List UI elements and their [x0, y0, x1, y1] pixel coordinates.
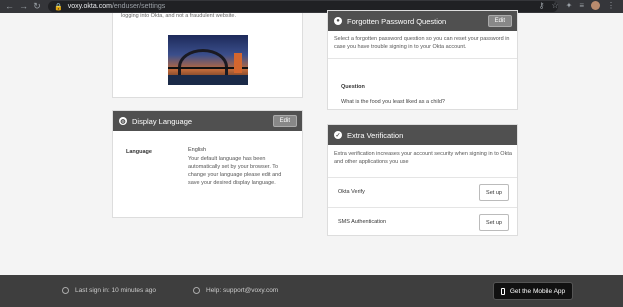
forward-icon[interactable]: → — [19, 1, 28, 12]
extra-verification-panel: ✓ Extra Verification Extra verification … — [327, 124, 518, 236]
extensions-icon[interactable]: ✦ — [566, 1, 573, 10]
browser-nav: ← → ↻ — [5, 1, 41, 12]
security-image — [168, 35, 248, 85]
bridge-tower — [234, 53, 242, 73]
speech-bubble-icon: ● — [334, 17, 342, 25]
okta-verify-setup-button[interactable]: Set up — [479, 184, 509, 201]
url-path: /enduser/settings — [111, 3, 166, 10]
display-language-panel: ◍ Display Language Edit Language English… — [112, 110, 303, 218]
language-label: Language — [126, 149, 152, 155]
factor-row-okta-verify: Okta Verify Set up — [328, 177, 517, 207]
get-mobile-app-button[interactable]: Get the Mobile App — [493, 282, 573, 300]
phone-icon — [500, 287, 505, 295]
display-language-title: Display Language — [132, 116, 193, 126]
last-sign-in: Last sign in: 10 minutes ago — [62, 287, 156, 294]
language-description: Your default language has been automatic… — [188, 156, 282, 186]
security-image-caption: logging into Okta, and not a fraudulent … — [121, 13, 236, 19]
forgotten-password-description: Select a forgotten password question so … — [334, 36, 510, 50]
url-text: voxy.okta.com/enduser/settings — [68, 3, 166, 10]
key-icon[interactable]: ⚷ — [539, 1, 545, 10]
factor-row-sms: SMS Authentication Set up — [328, 207, 517, 237]
harbour-water — [168, 75, 248, 85]
globe-icon: ◍ — [119, 117, 127, 125]
forgotten-password-header: ● Forgotten Password Question Edit — [328, 11, 517, 31]
security-image-panel: logging into Okta, and not a fraudulent … — [112, 13, 303, 98]
url-domain: voxy.okta.com — [67, 3, 112, 10]
factor-label: SMS Authentication — [338, 219, 387, 225]
question-text: What is the food you least liked as a ch… — [341, 99, 445, 105]
last-sign-in-text: Last sign in: 10 minutes ago — [75, 287, 156, 294]
language-value: English — [188, 147, 207, 153]
forgotten-password-panel: ● Forgotten Password Question Edit Selec… — [327, 10, 518, 110]
extra-verification-title: Extra Verification — [347, 130, 404, 140]
display-language-edit-button[interactable]: Edit — [272, 115, 297, 127]
browser-toolbar: ← → ↻ 🔒 voxy.okta.com/enduser/settings ⚷… — [0, 0, 623, 13]
factor-label: Okta Verify — [338, 189, 365, 195]
forgotten-password-title: Forgotten Password Question — [347, 16, 447, 26]
display-language-header: ◍ Display Language Edit — [113, 111, 302, 131]
footer: Last sign in: 10 minutes ago Help: suppo… — [0, 275, 623, 307]
avatar[interactable] — [591, 1, 600, 10]
lock-icon: 🔒 — [54, 3, 63, 11]
sms-setup-button[interactable]: Set up — [479, 214, 509, 231]
menu-icon[interactable]: ≡ — [579, 1, 584, 10]
help-icon — [193, 287, 200, 294]
star-icon[interactable]: ☆ — [551, 1, 558, 10]
forgotten-password-edit-button[interactable]: Edit — [487, 15, 512, 27]
question-label: Question — [341, 84, 365, 90]
more-icon[interactable]: ⋮ — [607, 1, 615, 10]
browser-tools: ⚷ ☆ ✦ ≡ ⋮ — [539, 1, 615, 10]
help-link[interactable]: Help: support@voxy.com — [206, 287, 278, 294]
extra-verification-description: Extra verification increases your accoun… — [334, 151, 512, 165]
reload-icon[interactable]: ↻ — [33, 1, 41, 12]
divider — [328, 58, 517, 59]
extra-verification-header: ✓ Extra Verification — [328, 125, 517, 145]
back-icon[interactable]: ← — [5, 1, 14, 12]
help-contact: Help: support@voxy.com — [193, 287, 278, 294]
clock-icon — [62, 287, 69, 294]
get-mobile-app-label: Get the Mobile App — [509, 287, 566, 295]
checkmark-icon: ✓ — [334, 131, 342, 139]
